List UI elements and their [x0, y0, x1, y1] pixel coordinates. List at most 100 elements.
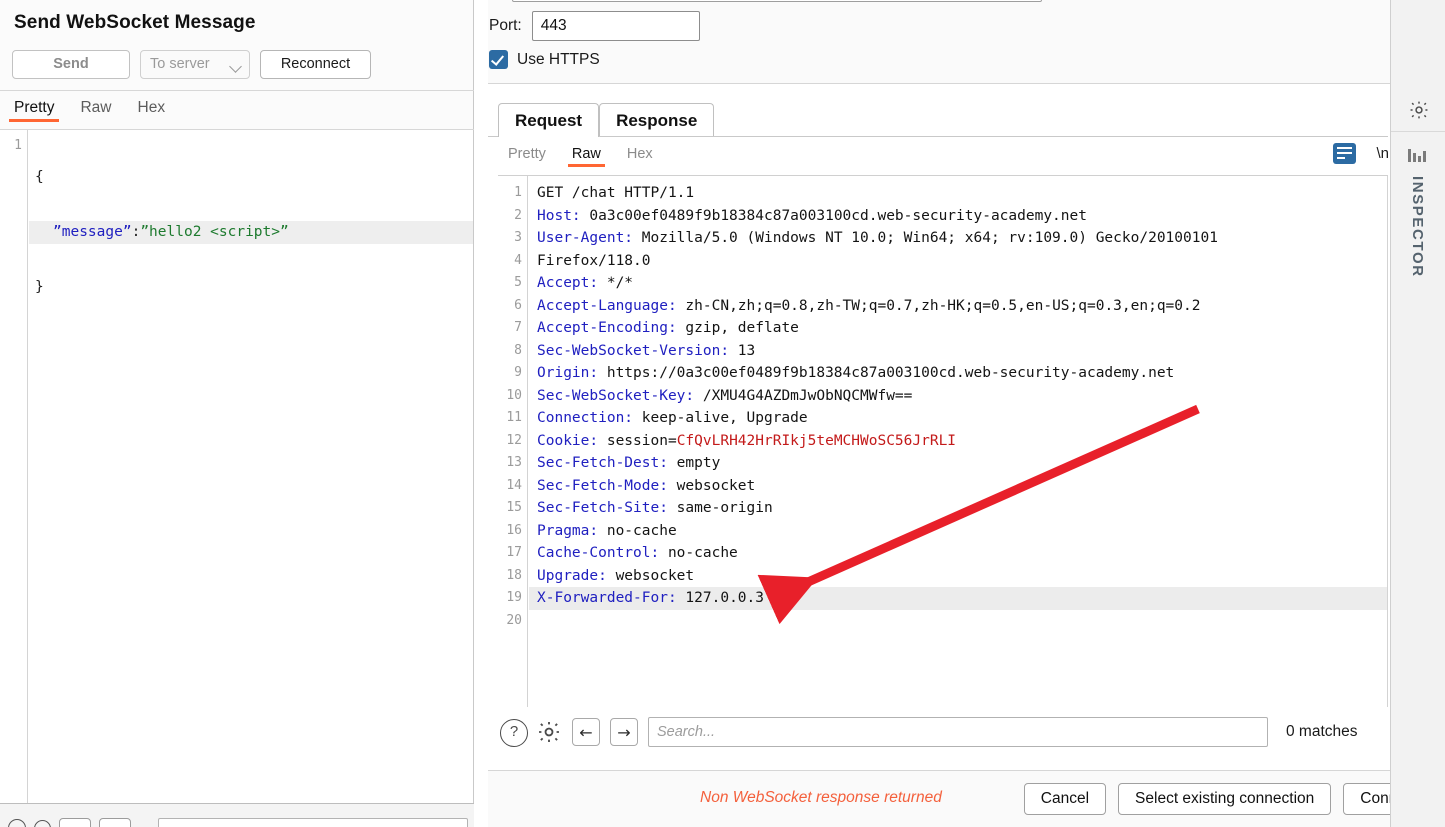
line-number: 18 — [498, 565, 522, 588]
header-name: Pragma: — [537, 523, 598, 539]
header-value: no-cache — [598, 523, 677, 539]
header-value: websocket — [668, 478, 755, 494]
websocket-connection-dialog: Port: 443 Use HTTPS Request Response — [488, 0, 1445, 827]
page-title: Send WebSocket Message — [14, 12, 256, 34]
header-name: Cookie: — [537, 433, 598, 449]
port-label: Port: — [489, 17, 522, 35]
next-button[interactable] — [99, 818, 131, 827]
line-number: 14 — [498, 475, 522, 498]
line-number: 13 — [498, 452, 522, 475]
raw-line: Accept-Encoding: gzip, deflate — [529, 317, 1387, 340]
gear-icon[interactable] — [34, 820, 51, 827]
port-row: Port: 443 — [489, 11, 700, 41]
header-value: 13 — [729, 343, 755, 359]
use-https-checkbox-row[interactable]: Use HTTPS — [489, 50, 600, 69]
send-websocket-message-panel: Send WebSocket Message Send To server Re… — [0, 0, 474, 827]
request-response-tabs: Request Response — [498, 103, 714, 137]
help-icon[interactable] — [8, 819, 26, 827]
word-wrap-icon[interactable] — [1333, 143, 1356, 164]
raw-line: Sec-WebSocket-Version: 13 — [529, 340, 1387, 363]
header-value: gzip, deflate — [677, 320, 799, 336]
editor-line-numbers: 1 — [0, 130, 28, 803]
raw-line — [529, 632, 1387, 655]
url-input[interactable] — [512, 0, 1042, 2]
header-value: keep-alive, Upgrade — [633, 410, 808, 426]
left-search-input[interactable] — [158, 818, 468, 827]
header-name: Connection: — [537, 410, 633, 426]
newline-icon[interactable]: \n — [1376, 145, 1389, 162]
header-name: X-Forwarded-For: — [537, 590, 677, 606]
raw-request-viewer[interactable]: 1234567891011121314151617181920 GET /cha… — [498, 176, 1388, 707]
code-line: ”message”:”hello2 <script>” — [29, 221, 473, 244]
raw-line: Connection: keep-alive, Upgrade — [529, 407, 1387, 430]
header-value: */* — [598, 275, 633, 291]
raw-line: User-Agent: Mozilla/5.0 (Windows NT 10.0… — [529, 227, 1387, 250]
header-name: Accept: — [537, 275, 598, 291]
raw-line: Host: 0a3c00ef0489f9b18384c87a003100cd.w… — [529, 205, 1387, 228]
send-button[interactable]: Send — [12, 50, 130, 79]
select-existing-connection-button[interactable]: Select existing connection — [1118, 783, 1331, 815]
burp-websocket-dialog-screen: Send WebSocket Message Send To server Re… — [0, 0, 1445, 827]
inspector-rail: INSPECTOR — [1390, 0, 1445, 827]
line-number: 8 — [498, 340, 522, 363]
raw-request-content[interactable]: GET /chat HTTP/1.1Host: 0a3c00ef0489f9b1… — [529, 176, 1387, 707]
line-number: 10 — [498, 385, 522, 408]
header-value: Mozilla/5.0 (Windows NT 10.0; Win64; x64… — [633, 230, 1218, 246]
left-view-tabs: Pretty Raw Hex — [0, 99, 474, 129]
header-value: https://0a3c00ef0489f9b18384c87a003100cd… — [598, 365, 1174, 381]
message-direction-dropdown[interactable]: To server — [140, 50, 250, 79]
chevron-down-icon — [229, 60, 242, 73]
header-name: Sec-WebSocket-Key: — [537, 388, 694, 404]
left-panel-toolbar: Send To server Reconnect — [12, 50, 371, 79]
search-toolbar: ← → Search... 0 matches — [498, 710, 1388, 754]
search-prev-button[interactable]: ← — [572, 718, 600, 746]
prev-button[interactable] — [59, 818, 91, 827]
reconnect-button[interactable]: Reconnect — [260, 50, 371, 79]
inspector-label[interactable]: INSPECTOR — [1409, 176, 1426, 278]
header-value: no-cache — [659, 545, 738, 561]
header-name: Cache-Control: — [537, 545, 659, 561]
line-number: 5 — [498, 272, 522, 295]
header-name: Accept-Encoding: — [537, 320, 677, 336]
gear-icon[interactable] — [536, 719, 562, 745]
line-number: 1 — [498, 182, 522, 205]
help-icon[interactable] — [500, 719, 526, 745]
tab-hex-left[interactable]: Hex — [138, 99, 166, 122]
raw-line — [529, 610, 1387, 633]
header-name: Accept-Language: — [537, 298, 677, 314]
code-line: } — [29, 276, 473, 299]
search-next-button[interactable]: → — [610, 718, 638, 746]
cancel-button[interactable]: Cancel — [1024, 783, 1106, 815]
use-https-checkbox[interactable] — [489, 50, 508, 69]
header-value: empty — [668, 455, 720, 471]
line-number: 4 — [498, 250, 522, 273]
tab-response[interactable]: Response — [599, 103, 714, 137]
code-line: { — [29, 166, 473, 189]
tab-raw[interactable]: Raw — [572, 146, 601, 167]
use-https-label: Use HTTPS — [517, 51, 600, 69]
editor-content[interactable]: { ”message”:”hello2 <script>” } — [29, 130, 473, 803]
tab-pretty[interactable]: Pretty — [508, 146, 546, 167]
header-name: Sec-Fetch-Mode: — [537, 478, 668, 494]
header-name: Upgrade: — [537, 568, 607, 584]
raw-text: Firefox/118.0 — [537, 253, 651, 269]
tab-pretty-left[interactable]: Pretty — [14, 99, 54, 122]
error-message: Non WebSocket response returned — [700, 789, 948, 807]
tab-raw-left[interactable]: Raw — [80, 99, 111, 122]
port-input[interactable]: 443 — [532, 11, 700, 41]
rail-gear-icon[interactable] — [1391, 88, 1445, 132]
divider — [488, 136, 1388, 137]
message-editor[interactable]: 1 { ”message”:”hello2 <script>” } — [0, 130, 473, 803]
header-name: Sec-Fetch-Dest: — [537, 455, 668, 471]
raw-line: Firefox/118.0 — [529, 250, 1387, 273]
header-value: same-origin — [668, 500, 773, 516]
line-number: 2 — [498, 205, 522, 228]
raw-line: Accept-Language: zh-CN,zh;q=0.8,zh-TW;q=… — [529, 295, 1387, 318]
tab-hex[interactable]: Hex — [627, 146, 653, 167]
tab-request[interactable]: Request — [498, 103, 599, 137]
raw-line: Cookie: session=CfQvLRH42HrRIkj5teMCHWoS… — [529, 430, 1387, 453]
format-tabs: Pretty Raw Hex — [498, 146, 653, 167]
line-number: 12 — [498, 430, 522, 453]
search-input[interactable]: Search... — [648, 717, 1268, 747]
raw-line: Accept: */* — [529, 272, 1387, 295]
